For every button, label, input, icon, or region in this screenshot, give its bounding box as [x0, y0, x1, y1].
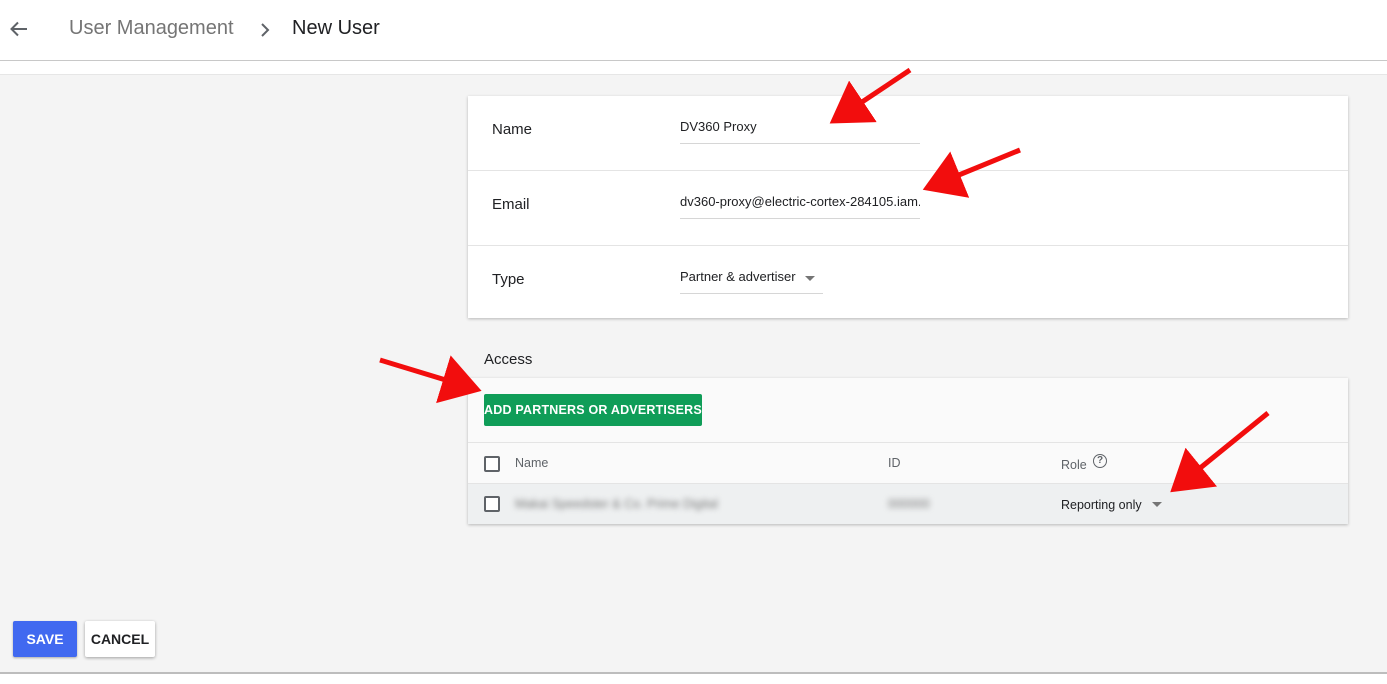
name-input-value: DV360 Proxy	[680, 119, 757, 134]
name-input[interactable]: DV360 Proxy	[680, 112, 920, 144]
column-header-name: Name	[515, 456, 549, 470]
column-header-role: Role	[1061, 458, 1087, 472]
column-header-id: ID	[888, 456, 901, 470]
access-section-title: Access	[484, 351, 533, 368]
row-name-blurred: Makai Speedster & Co. Prime Digital	[515, 497, 718, 511]
email-label: Email	[492, 196, 530, 213]
select-all-checkbox[interactable]	[484, 456, 500, 472]
name-label: Name	[492, 121, 533, 138]
email-row: Email dv360-proxy@electric-cortex-284105…	[468, 171, 1348, 246]
row-id-blurred: 000000	[888, 497, 930, 511]
bottom-bar	[0, 672, 1387, 684]
breadcrumb-user-management[interactable]: User Management	[69, 17, 234, 40]
dropdown-caret-icon	[805, 276, 815, 281]
type-select[interactable]: Partner & advertiser	[680, 262, 823, 294]
row-checkbox[interactable]	[484, 496, 500, 512]
type-select-value: Partner & advertiser	[680, 269, 796, 284]
name-row: Name DV360 Proxy	[468, 96, 1348, 171]
type-row: Type Partner & advertiser	[468, 246, 1348, 321]
sub-header-strip	[0, 61, 1387, 75]
page-title: New User	[292, 17, 380, 39]
email-input-value: dv360-proxy@electric-cortex-284105.iam.	[680, 194, 920, 209]
cancel-button[interactable]: CANCEL	[85, 621, 155, 657]
chevron-right-icon	[261, 23, 270, 37]
save-button[interactable]: SAVE	[13, 621, 77, 657]
access-card: ADD PARTNERS OR ADVERTISERS Name ID Role…	[468, 378, 1348, 524]
access-table-header: Name ID Role ?	[468, 442, 1348, 484]
arrow-left-icon	[10, 21, 27, 37]
role-select-value: Reporting only	[1061, 498, 1142, 512]
add-partners-button[interactable]: ADD PARTNERS OR ADVERTISERS	[484, 394, 702, 426]
top-app-bar: User Management New User	[0, 0, 1387, 61]
type-label: Type	[492, 271, 525, 288]
user-details-card: Name DV360 Proxy Email dv360-proxy@elect…	[468, 96, 1348, 318]
table-row: Makai Speedster & Co. Prime Digital 0000…	[468, 484, 1348, 524]
annotation-arrow-add-button	[379, 355, 482, 404]
email-input[interactable]: dv360-proxy@electric-cortex-284105.iam.	[680, 187, 920, 219]
help-icon[interactable]: ?	[1093, 454, 1107, 468]
back-button[interactable]	[6, 16, 32, 42]
dropdown-caret-icon	[1152, 502, 1163, 507]
role-select[interactable]: Reporting only	[1061, 496, 1163, 514]
